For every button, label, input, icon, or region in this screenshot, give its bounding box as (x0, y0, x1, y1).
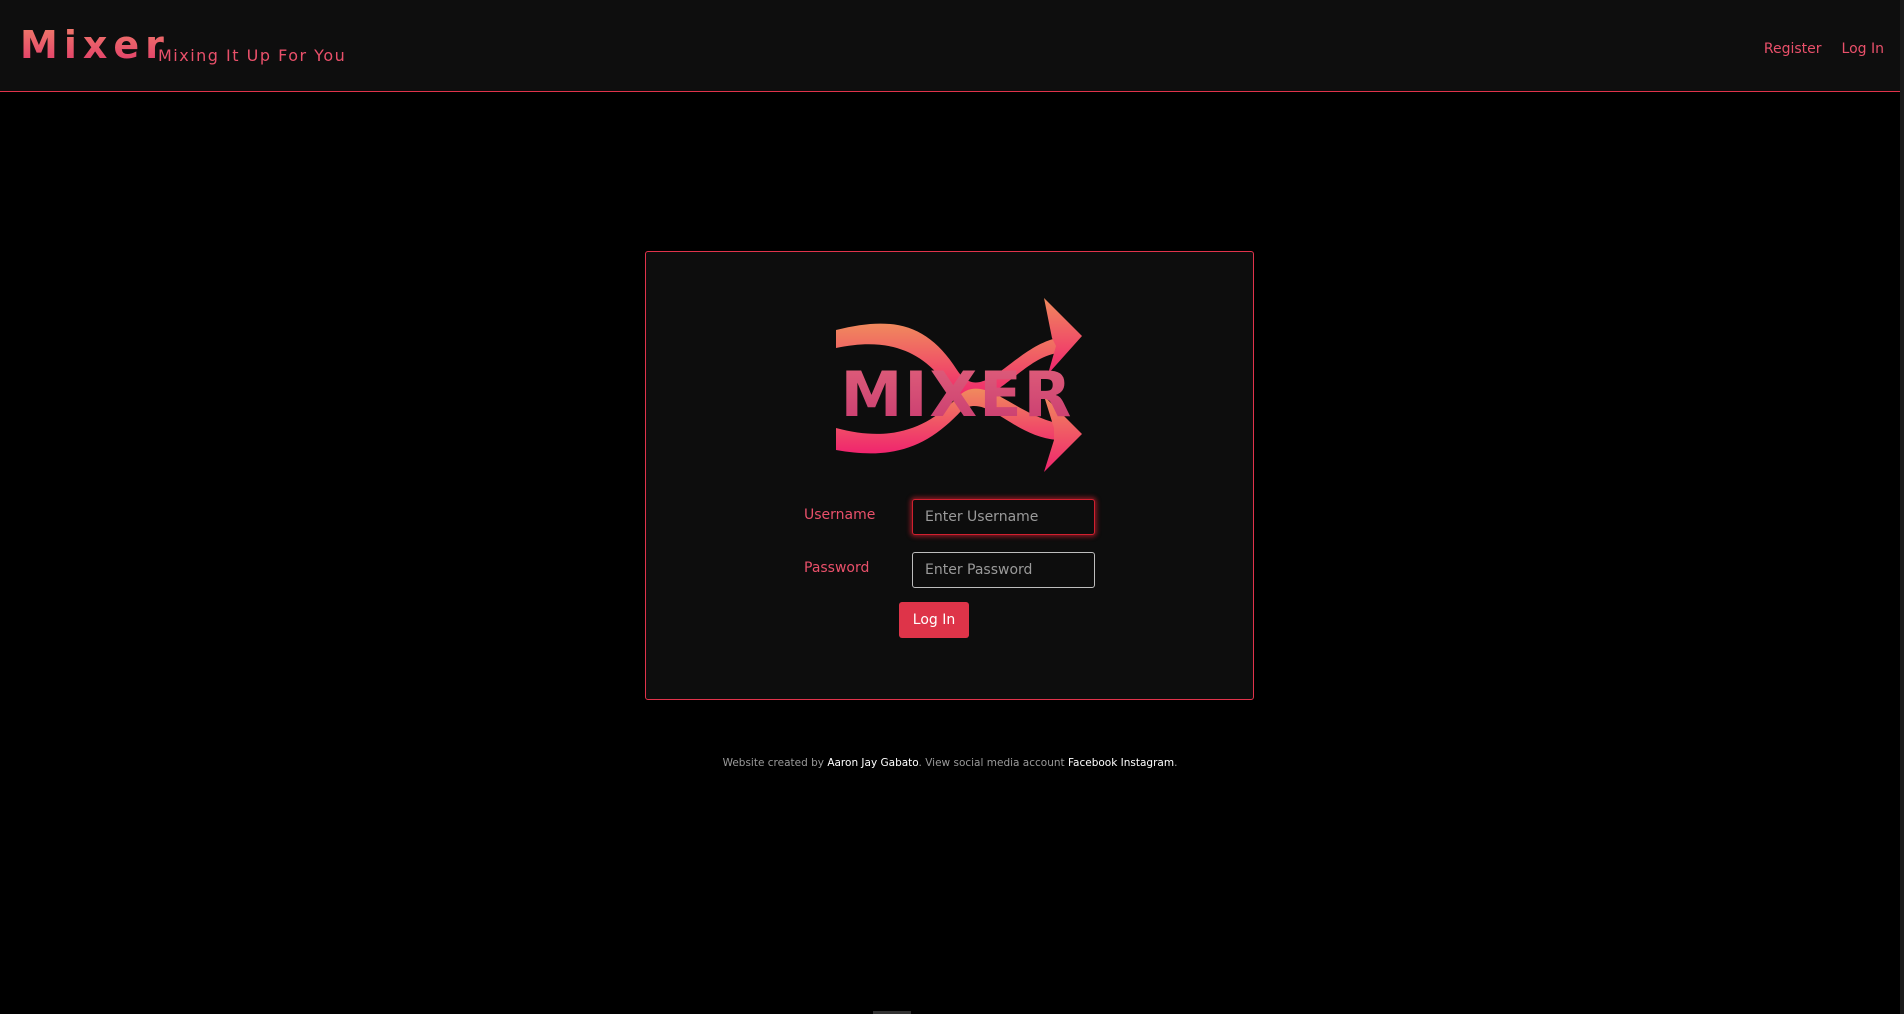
nav-register-link[interactable]: Register (1764, 42, 1822, 56)
login-card: MIXER Username Password Log In (645, 251, 1254, 700)
footer-instagram-link[interactable]: Instagram (1121, 757, 1174, 769)
username-input[interactable] (912, 499, 1095, 535)
nav-login-link[interactable]: Log In (1842, 42, 1884, 56)
login-submit-button[interactable]: Log In (899, 602, 969, 638)
scrollbar[interactable] (1900, 0, 1904, 1014)
footer-author-link[interactable]: Aaron Jay Gabato (827, 757, 918, 769)
nav-links: Register Log In (1764, 42, 1884, 56)
brand-logo[interactable]: Mixer (20, 26, 170, 64)
password-row: Password (646, 552, 1253, 588)
footer-middle: . View social media account (918, 757, 1068, 769)
brand-tagline: Mixing It Up For You (158, 46, 347, 65)
password-label: Password (804, 560, 870, 576)
footer-suffix: . (1174, 757, 1178, 769)
password-input[interactable] (912, 552, 1095, 588)
page: Mixer Mixing It Up For You Register Log … (0, 0, 1904, 1014)
mixer-logo-icon: MIXER (836, 298, 1082, 472)
footer-facebook-link[interactable]: Facebook (1068, 757, 1117, 769)
navbar: Mixer Mixing It Up For You Register Log … (0, 0, 1904, 92)
username-row: Username (646, 499, 1253, 535)
logo-text: MIXER (841, 358, 1074, 431)
footer-prefix: Website created by (722, 757, 828, 769)
footer: Website created by Aaron Jay Gabato. Vie… (0, 758, 1900, 769)
username-label: Username (804, 507, 876, 523)
